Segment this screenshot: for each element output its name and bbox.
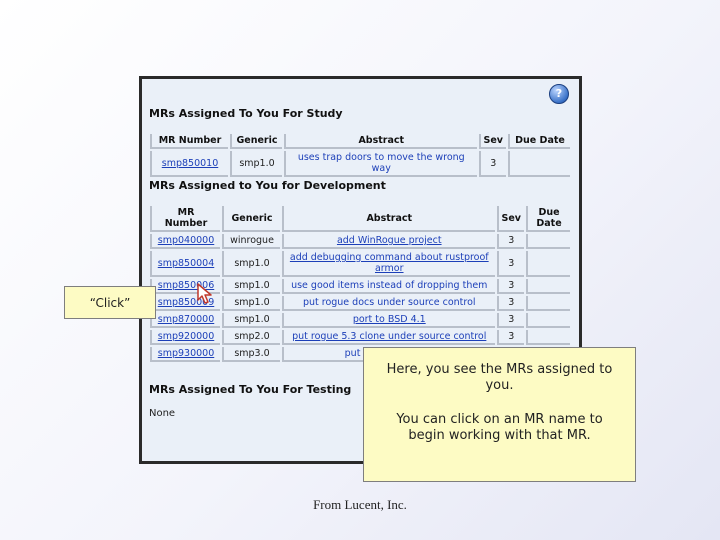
- generic-cell: smp1.0: [230, 151, 282, 177]
- abstract-link[interactable]: add debugging command about rustproof ar…: [282, 251, 495, 277]
- testing-none-text: None: [149, 408, 176, 419]
- info-callout-line2: You can click on an MR name to begin wor…: [396, 412, 603, 443]
- col-abstract: Abstract: [282, 206, 495, 232]
- development-section-title: MRs Assigned to You for Development: [149, 179, 386, 192]
- col-due-date: Due Date: [526, 206, 570, 232]
- sev-cell: 3: [496, 296, 524, 311]
- due-cell: [508, 151, 570, 177]
- sev-cell: 3: [496, 313, 524, 328]
- abstract-link[interactable]: add WinRogue project: [282, 234, 495, 249]
- abstract-cell: put rogue docs under source control: [282, 296, 495, 311]
- mr-link[interactable]: smp850010: [150, 151, 228, 177]
- sev-cell: 3: [496, 234, 524, 249]
- col-sev: Sev: [478, 134, 506, 149]
- col-generic: Generic: [222, 206, 280, 232]
- mr-link[interactable]: smp850004: [150, 251, 220, 277]
- due-cell: [526, 330, 570, 345]
- abstract-link[interactable]: port to BSD 4.1: [282, 313, 495, 328]
- table-row: smp870000 smp1.0 port to BSD 4.1 3: [150, 313, 570, 328]
- generic-cell: smp1.0: [222, 296, 280, 311]
- help-icon[interactable]: ?: [549, 84, 569, 104]
- generic-cell: smp2.0: [222, 330, 280, 345]
- mr-link[interactable]: smp930000: [150, 347, 220, 362]
- due-cell: [526, 313, 570, 328]
- col-mr-number: MR Number: [150, 206, 220, 232]
- generic-cell: winrogue: [222, 234, 280, 249]
- sev-cell: 3: [496, 330, 524, 345]
- table-row: smp920000 smp2.0 put rogue 5.3 clone und…: [150, 330, 570, 345]
- mr-link[interactable]: smp040000: [150, 234, 220, 249]
- generic-cell: smp1.0: [222, 279, 280, 294]
- col-mr-number: MR Number: [150, 134, 228, 149]
- due-cell: [526, 279, 570, 294]
- sev-cell: 3: [478, 151, 506, 177]
- sev-cell: 3: [496, 251, 524, 277]
- col-sev: Sev: [496, 206, 524, 232]
- mr-link[interactable]: smp920000: [150, 330, 220, 345]
- click-callout: “Click”: [64, 286, 156, 319]
- table-row: smp850004 smp1.0 add debugging command a…: [150, 251, 570, 277]
- source-credit: From Lucent, Inc.: [313, 497, 407, 512]
- click-callout-text: “Click”: [89, 295, 131, 310]
- due-cell: [526, 251, 570, 277]
- abstract-cell: uses trap doors to move the wrong way: [284, 151, 477, 177]
- col-due-date: Due Date: [508, 134, 570, 149]
- testing-section-title: MRs Assigned To You For Testing: [149, 383, 352, 396]
- table-row: smp850010 smp1.0 uses trap doors to move…: [150, 151, 570, 177]
- info-callout-line1: Here, you see the MRs assigned to you.: [386, 362, 613, 393]
- info-callout: Here, you see the MRs assigned to you. Y…: [363, 347, 636, 482]
- abstract-link[interactable]: put rogue 5.3 clone under source control: [282, 330, 495, 345]
- generic-cell: smp3.0: [222, 347, 280, 362]
- col-abstract: Abstract: [284, 134, 477, 149]
- col-generic: Generic: [230, 134, 282, 149]
- due-cell: [526, 296, 570, 311]
- generic-cell: smp1.0: [222, 251, 280, 277]
- table-row: smp040000 winrogue add WinRogue project …: [150, 234, 570, 249]
- sev-cell: 3: [496, 279, 524, 294]
- study-section-title: MRs Assigned To You For Study: [149, 107, 343, 120]
- due-cell: [526, 234, 570, 249]
- study-table: MR Number Generic Abstract Sev Due Date …: [148, 132, 572, 179]
- mr-link[interactable]: smp870000: [150, 313, 220, 328]
- generic-cell: smp1.0: [222, 313, 280, 328]
- abstract-cell: use good items instead of dropping them: [282, 279, 495, 294]
- mouse-pointer-icon: [197, 283, 212, 304]
